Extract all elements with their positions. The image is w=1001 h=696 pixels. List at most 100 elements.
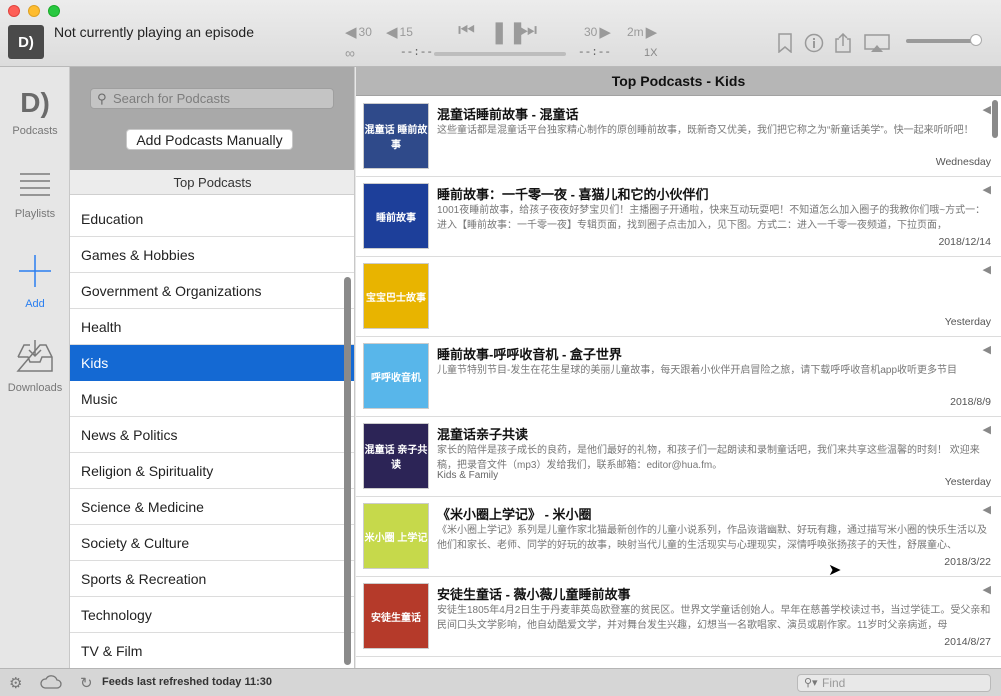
podcast-date: Yesterday	[944, 316, 991, 328]
podcast-row[interactable]: 米小圈 上学记 《米小圈上学记》 - 米小圈《米小圈上学记》系列是儿童作家北猫最新…	[356, 497, 1001, 577]
podcast-title: 《米小圈上学记》 - 米小圈	[437, 507, 592, 522]
time-elapsed: --:--	[400, 47, 434, 59]
rail-item-add[interactable]: Add	[0, 253, 70, 310]
category-item-health[interactable]: Health	[70, 309, 354, 345]
speaker-icon[interactable]: ◀	[983, 103, 991, 116]
podcast-title: 混童话睡前故事 - 混童话	[437, 107, 579, 122]
category-panel-top: ⚲ Search for Podcasts Add Podcasts Manua…	[70, 67, 354, 170]
podcast-title: 安徒生童话 - 薇小薇儿童睡前故事	[437, 587, 631, 602]
category-item-news-politics[interactable]: News & Politics	[70, 417, 354, 453]
category-item-music[interactable]: Music	[70, 381, 354, 417]
rewind-icon: ◀	[386, 24, 398, 41]
next-episode-button[interactable]: ⏭	[520, 20, 537, 42]
podcast-artwork: 宝宝巴士故事	[363, 263, 429, 329]
podcast-genre: Kids & Family	[437, 470, 499, 481]
search-podcasts-input[interactable]: ⚲ Search for Podcasts	[90, 88, 334, 109]
podcast-date: Yesterday	[944, 476, 991, 488]
category-list: Education Games & Hobbies Government & O…	[70, 201, 354, 668]
podcast-title: 睡前故事：一千零一夜 - 喜猫儿和它的小伙伴们	[437, 187, 709, 202]
podcast-date: 2014/8/27	[944, 636, 991, 648]
mouse-cursor: ➤	[828, 562, 842, 579]
fast-forward-icon: ▶	[645, 24, 658, 41]
top-podcasts-header: Top Podcasts	[70, 170, 354, 195]
skip-forward-30-button[interactable]: 30 ▶	[584, 23, 611, 41]
podcast-row[interactable]: 宝宝巴士故事 Yesterday ◀	[356, 257, 1001, 337]
podcast-row[interactable]: 混童话 睡前故事 混童话睡前故事 - 混童话 这些童话都是混童话平台独家精心制作的原…	[356, 97, 1001, 177]
speaker-icon[interactable]: ◀	[983, 263, 991, 276]
podcast-description: 儿童节特别节目-发生在花生星球的美丽儿童故事，每天跟着小伙伴开启冒险之旅，请下载…	[437, 365, 958, 376]
info-icon[interactable]	[804, 33, 824, 58]
speaker-icon[interactable]: ◀	[983, 183, 991, 196]
cloud-icon[interactable]	[40, 674, 62, 694]
podcast-row[interactable]: 睡前故事 睡前故事：一千零一夜 - 喜猫儿和它的小伙伴们 1001夜睡前故事，给孩子…	[356, 177, 1001, 257]
category-item-religion[interactable]: Religion & Spirituality	[70, 453, 354, 489]
podcast-date: Wednesday	[935, 156, 991, 168]
status-bar: ⚙ ↻ Feeds last refreshed today 11:30 ⚲▾ …	[0, 668, 1001, 696]
download-tray-icon	[0, 339, 70, 376]
volume-slider-knob[interactable]	[970, 34, 982, 46]
category-item-government[interactable]: Government & Organizations	[70, 273, 354, 309]
podcast-scrollbar[interactable]	[992, 100, 998, 138]
plus-icon	[0, 253, 70, 292]
rail-item-podcasts[interactable]: D) Podcasts	[0, 87, 70, 137]
podcast-description: 安徒生1805年4月2日生于丹麦菲英岛欧登塞的贫民区。世界文学童话创始人。早年在…	[437, 605, 991, 631]
app-logo: D)	[8, 25, 44, 59]
find-input[interactable]: ⚲▾ Find	[797, 674, 991, 692]
playback-speed-button[interactable]: 1X	[644, 47, 657, 59]
search-icon: ⚲	[97, 91, 107, 106]
share-icon[interactable]	[834, 32, 852, 58]
category-item-science[interactable]: Science & Medicine	[70, 489, 354, 525]
now-playing-title: Not currently playing an episode	[54, 24, 255, 40]
category-item-technology[interactable]: Technology	[70, 597, 354, 633]
bookmark-icon[interactable]	[778, 33, 792, 58]
playback-progress-slider[interactable]	[434, 52, 566, 56]
category-panel: ⚲ Search for Podcasts Add Podcasts Manua…	[70, 67, 355, 668]
category-item-kids[interactable]: Kids	[70, 345, 354, 381]
podcast-list: 混童话 睡前故事 混童话睡前故事 - 混童话 这些童话都是混童话平台独家精心制作的原…	[356, 97, 1001, 657]
podcast-artwork: 混童话 亲子共读	[363, 423, 429, 489]
podcast-artwork: 安徒生童话	[363, 583, 429, 649]
podcast-row[interactable]: 安徒生童话 安徒生童话 - 薇小薇儿童睡前故事安徒生1805年4月2日生于丹麦菲英…	[356, 577, 1001, 657]
podcast-artwork: 混童话 睡前故事	[363, 103, 429, 169]
podcast-row[interactable]: 混童话 亲子共读 混童话亲子共读 家长的陪伴是孩子成长的良药，是他们最好的礼物，和孩…	[356, 417, 1001, 497]
category-scrollbar[interactable]	[344, 277, 351, 665]
toolbar: D) Not currently playing an episode ◀ 30…	[0, 0, 1001, 67]
speaker-icon[interactable]: ◀	[983, 423, 991, 436]
search-icon: ⚲▾	[804, 677, 818, 689]
category-item-tv-film[interactable]: TV & Film	[70, 633, 354, 668]
sidebar-rail: D) Podcasts Playlists Add Downloads	[0, 67, 70, 668]
airplay-icon[interactable]	[864, 33, 890, 58]
category-item-society[interactable]: Society & Culture	[70, 525, 354, 561]
category-item-sports[interactable]: Sports & Recreation	[70, 561, 354, 597]
category-item-education[interactable]: Education	[70, 201, 354, 237]
rail-item-downloads[interactable]: Downloads	[0, 339, 70, 394]
podcast-list-header: Top Podcasts - Kids	[356, 67, 1001, 96]
loop-icon[interactable]: ∞	[345, 45, 355, 61]
rail-item-playlists[interactable]: Playlists	[0, 171, 70, 220]
previous-episode-button[interactable]: ⏮	[458, 20, 475, 42]
podcast-date: 2018/12/14	[938, 236, 991, 248]
zoom-window-button[interactable]	[48, 5, 60, 17]
podcasts-icon: D)	[20, 87, 50, 118]
podcast-description: 《米小圈上学记》系列是儿童作家北猫最新创作的儿童小说系列，作品诙谐幽默、好玩有趣…	[437, 525, 987, 551]
skip-back-30-button[interactable]: ◀ 30	[345, 23, 372, 41]
podcast-row[interactable]: 呼呼收音机 睡前故事-呼呼收音机 - 盒子世界 儿童节特别节目-发生在花生星球的美丽…	[356, 337, 1001, 417]
speaker-icon[interactable]: ◀	[983, 583, 991, 596]
refresh-icon[interactable]: ↻	[80, 674, 93, 692]
volume-slider[interactable]	[906, 39, 978, 43]
skip-previous-icon: ⏮	[458, 20, 476, 41]
minimize-window-button[interactable]	[28, 5, 40, 17]
podcast-artwork: 睡前故事	[363, 183, 429, 249]
podcast-artwork: 米小圈 上学记	[363, 503, 429, 569]
speaker-icon[interactable]: ◀	[983, 503, 991, 516]
podcast-artwork: 呼呼收音机	[363, 343, 429, 409]
podcast-title: 混童话亲子共读	[437, 427, 529, 442]
skip-forward-2m-button[interactable]: 2m ▶	[627, 23, 657, 41]
podcast-date: 2018/3/22	[944, 556, 991, 568]
category-item-games-hobbies[interactable]: Games & Hobbies	[70, 237, 354, 273]
gear-icon[interactable]: ⚙	[9, 674, 22, 692]
skip-back-15-button[interactable]: ◀ 15	[386, 23, 413, 41]
add-podcasts-manually-button[interactable]: Add Podcasts Manually	[126, 129, 293, 150]
close-window-button[interactable]	[8, 5, 20, 17]
speaker-icon[interactable]: ◀	[983, 343, 991, 356]
